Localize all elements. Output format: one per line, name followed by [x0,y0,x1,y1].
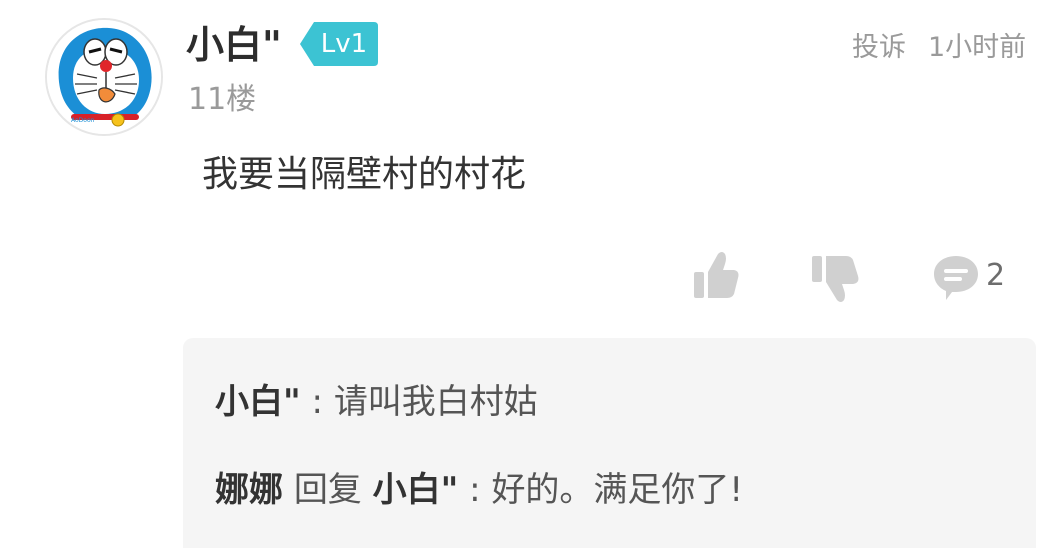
reply-separator: : [311,382,323,422]
reply-text: 好的。满足你了! [491,470,744,510]
like-button[interactable] [692,250,740,304]
floor-number: 11楼 [188,82,257,117]
reply-author[interactable]: 小白" [215,382,301,422]
report-button[interactable]: 投诉 [852,30,906,66]
reply-author[interactable]: 娜娜 [215,470,283,510]
comment-text: 我要当隔壁村的村花 [202,154,527,195]
reply-item[interactable]: 娜娜 回复 小白" : 好的。满足你了! [215,466,743,514]
reply-separator: : [469,470,481,510]
level-label: Lv1 [320,29,368,59]
comment-time: 1小时前 [928,32,1027,63]
avatar[interactable]: AoDoon [45,18,163,136]
thumbs-up-icon [694,252,739,298]
comment-bubble-icon [934,256,978,300]
reply-button[interactable]: 2 [932,250,1012,304]
reply-to-label: 回复 [293,470,362,510]
reply-item[interactable]: 小白" : 请叫我白村姑 [215,378,538,426]
reply-count: 2 [986,258,1006,293]
svg-text:AoDoon: AoDoon [71,117,95,124]
reply-text: 请叫我白村姑 [333,382,538,422]
level-badge: Lv1 [300,22,378,66]
replies-panel: 小白" : 请叫我白村姑 娜娜 回复 小白" : 好的。满足你了! [183,338,1036,548]
thumbs-down-icon [812,256,859,302]
reply-target[interactable]: 小白" [373,470,459,510]
username[interactable]: 小白" [186,20,282,70]
dislike-button[interactable] [810,250,860,304]
